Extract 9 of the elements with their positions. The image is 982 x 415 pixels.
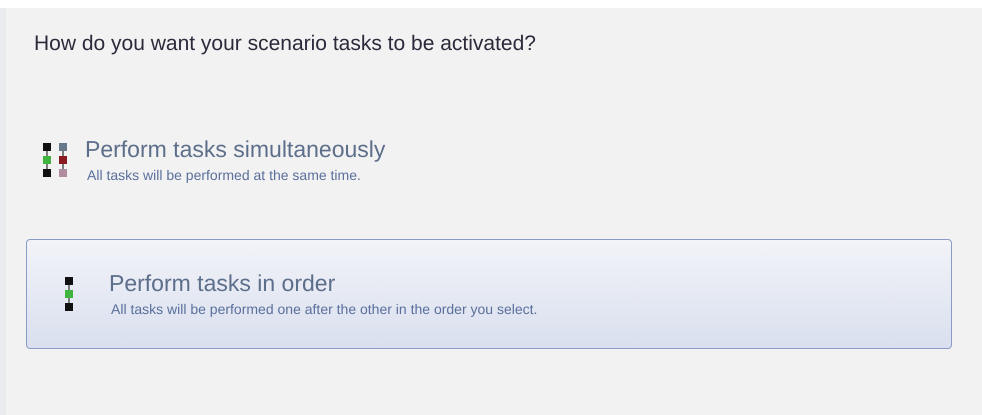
parallel-tasks-icon	[43, 143, 67, 177]
sequential-tasks-icon	[65, 277, 73, 311]
option-title: Perform tasks simultaneously	[85, 135, 386, 164]
option-title: Perform tasks in order	[109, 269, 336, 298]
question-heading: How do you want your scenario tasks to be activated?	[34, 31, 537, 57]
option-description: All tasks will be performed at the same time.	[86, 166, 362, 185]
option-description: All tasks will be performed one after the other in the order you select.	[110, 300, 538, 319]
option-button[interactable]: Perform tasks simultaneously All tasks will be performed at the same time.	[26, 129, 952, 191]
option-button[interactable]: Perform tasks in order All tasks will be performed one after the other in the order you select.	[26, 239, 952, 349]
